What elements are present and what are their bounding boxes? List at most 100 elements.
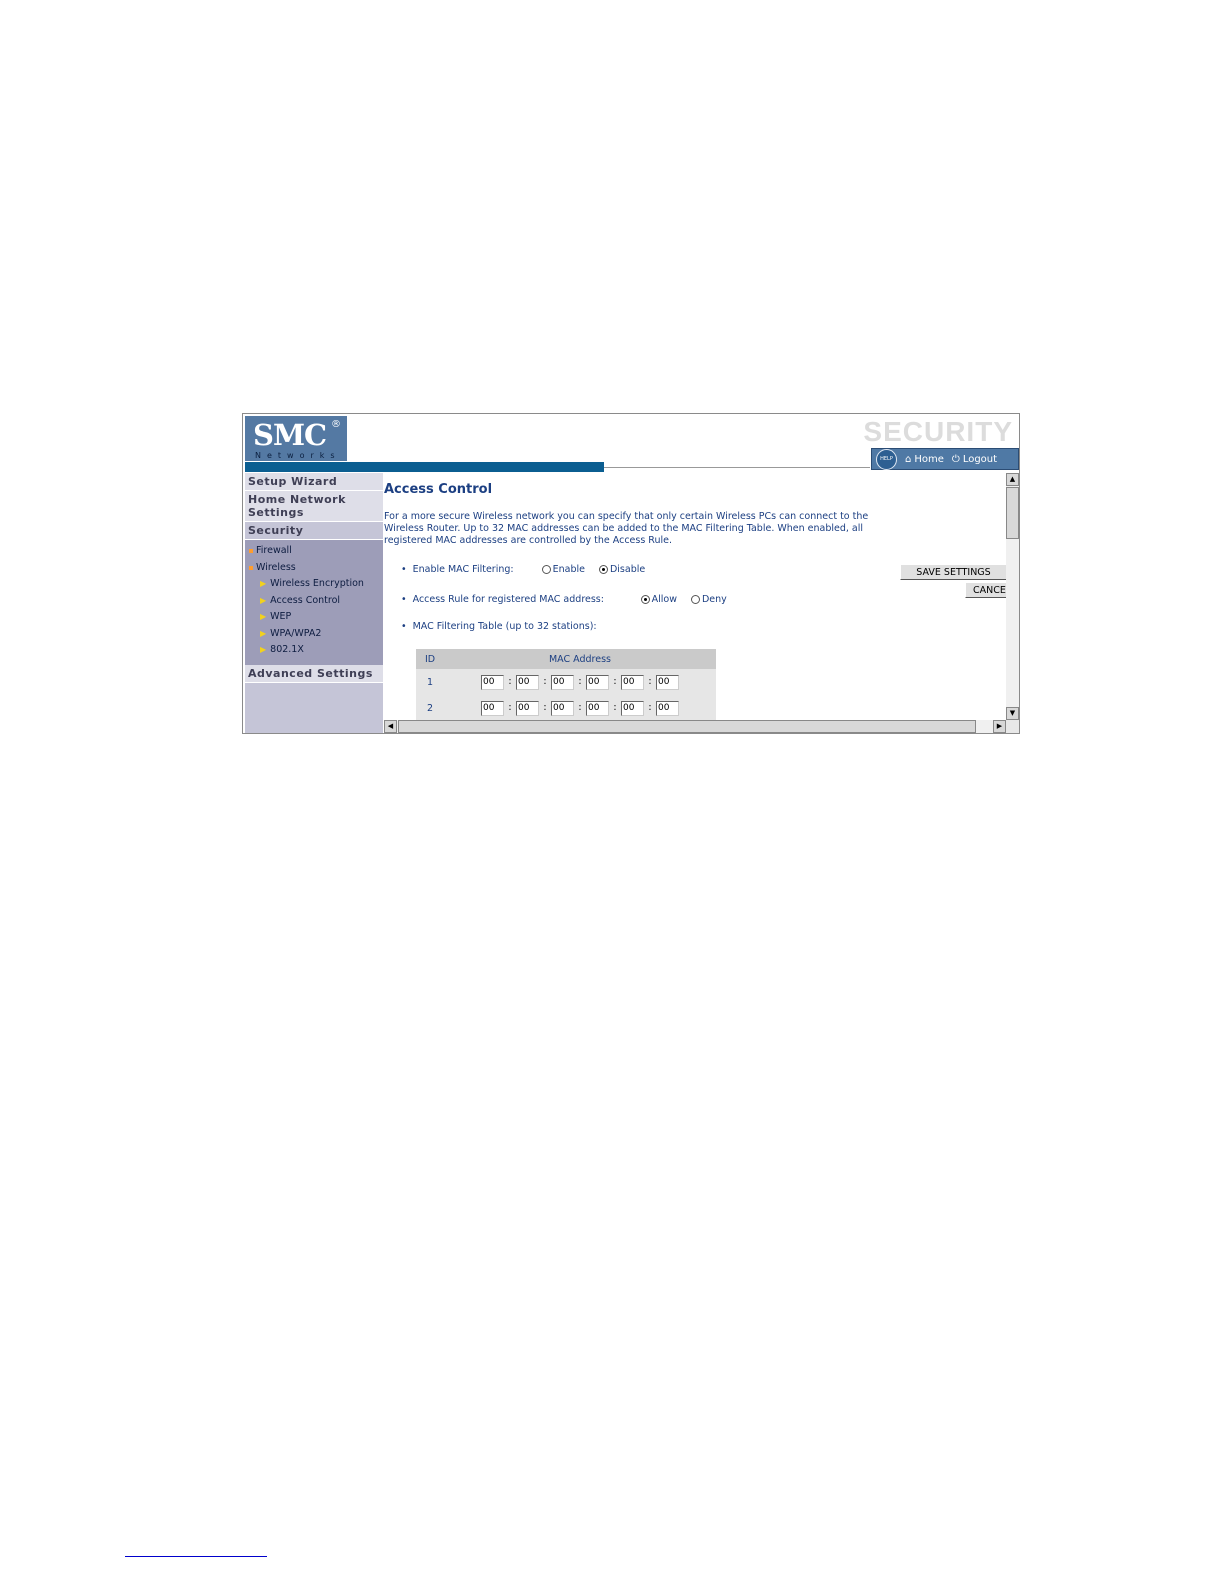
mac-filtering-disable-option[interactable]: Disable — [598, 564, 646, 575]
bullet-icon — [249, 565, 253, 570]
mac-column-header: MAC Address — [444, 649, 716, 669]
smc-logo: SMC ® Networks — [245, 416, 347, 461]
help-icon[interactable]: HELP — [876, 448, 897, 470]
mac-filtering-enable-radio[interactable] — [541, 565, 551, 574]
logout-label: Logout — [962, 453, 998, 465]
wpa-label: WPA/WPA2 — [270, 627, 322, 639]
row-id: 1 — [416, 669, 444, 695]
logo-subtitle: Networks — [255, 451, 341, 460]
mac-octet-input[interactable] — [621, 700, 644, 716]
logout-link[interactable]: ⏻ Logout — [952, 454, 997, 465]
scroll-left-icon[interactable]: ◀ — [384, 720, 397, 733]
access-rule-allow-radio[interactable] — [640, 595, 650, 604]
mac-table-label-row: • MAC Filtering Table (up to 32 stations… — [401, 621, 597, 632]
disable-label: Disable — [609, 564, 646, 575]
mac-address-cell: ::::: — [444, 695, 716, 720]
mac-octet-input[interactable] — [481, 700, 504, 716]
mac-address-cell: ::::: — [444, 669, 716, 695]
mac-filtering-row: • Enable MAC Filtering: Enable Disable — [401, 564, 659, 575]
access-rule-deny-option[interactable]: Deny — [690, 594, 727, 605]
table-header-row: ID MAC Address — [416, 649, 716, 669]
wep-label: WEP — [270, 611, 292, 622]
mac-octet-input[interactable] — [516, 700, 539, 716]
sidebar-item-setup-wizard[interactable]: Setup Wizard — [245, 473, 383, 491]
sidebar-item-firewall[interactable]: Firewall — [245, 542, 383, 559]
header-bar — [245, 462, 604, 472]
arrow-icon: ▶ — [260, 645, 267, 654]
deny-label: Deny — [701, 594, 727, 605]
mac-table-label: MAC Filtering Table (up to 32 stations): — [412, 621, 597, 632]
access-rule-deny-radio[interactable] — [690, 595, 700, 604]
cancel-button[interactable]: CANCE — [965, 582, 1006, 598]
mac-filtering-table: ID MAC Address 1 ::::: 2 ::::: — [416, 649, 716, 720]
vertical-scroll-thumb[interactable] — [1006, 487, 1019, 539]
intro-text: For a more secure Wireless network you c… — [384, 511, 869, 546]
firewall-label: Firewall — [256, 545, 292, 556]
horizontal-scroll-thumb[interactable] — [398, 720, 976, 733]
mac-octet-input[interactable] — [621, 674, 644, 690]
sidebar-item-security[interactable]: Security — [245, 522, 383, 540]
access-control-label: Access Control — [270, 594, 341, 606]
arrow-icon: ▶ — [260, 595, 267, 605]
power-icon: ⏻ — [951, 453, 960, 465]
row-id: 2 — [416, 695, 444, 720]
header-divider — [604, 467, 870, 468]
mac-octet-input[interactable] — [481, 674, 504, 690]
mac-octet-input[interactable] — [516, 674, 539, 690]
mac-octet-input[interactable] — [551, 674, 574, 690]
mac-filtering-disable-radio[interactable] — [598, 565, 608, 574]
8021x-label: 802.1X — [270, 644, 304, 655]
mac-octet-input[interactable] — [656, 674, 679, 690]
sidebar-item-8021x[interactable]: ▶ 802.1X — [245, 642, 383, 659]
scroll-up-icon[interactable]: ▲ — [1006, 473, 1019, 486]
page-title: Access Control — [384, 482, 493, 497]
id-column-header: ID — [416, 649, 444, 669]
top-toolbar: HELP ⌂ Home ⏻ Logout — [871, 448, 1019, 470]
sidebar-item-advanced-settings[interactable]: Advanced Settings — [245, 664, 383, 683]
enable-label: Enable — [552, 564, 585, 575]
table-row: 1 ::::: — [416, 669, 716, 695]
access-rule-allow-option[interactable]: Allow — [640, 594, 677, 605]
sidebar-item-wireless[interactable]: Wireless — [245, 559, 383, 576]
mac-filtering-enable-option[interactable]: Enable — [541, 564, 585, 575]
sidebar-item-wpa[interactable]: ▶ WPA/WPA2 — [245, 626, 383, 643]
arrow-icon: ▶ — [260, 612, 267, 621]
sidebar-item-wireless-encryption[interactable]: ▶ Wireless Encryption — [245, 576, 383, 593]
wireless-encryption-label: Wireless Encryption — [270, 578, 364, 589]
logo-registered: ® — [331, 419, 341, 430]
access-rule-label: Access Rule for registered MAC address: — [412, 594, 604, 605]
horizontal-scrollbar[interactable]: ◀ ▶ — [384, 720, 1019, 733]
browser-frame: SMC ® Networks SECURITY HELP ⌂ Home ⏻ Lo… — [242, 413, 1020, 734]
arrow-icon: ▶ — [260, 628, 267, 638]
mac-octet-input[interactable] — [551, 700, 574, 716]
logo-brand: SMC — [253, 418, 327, 452]
mac-octet-input[interactable] — [586, 700, 609, 716]
table-row: 2 ::::: — [416, 695, 716, 720]
home-label: Home — [914, 453, 944, 465]
mac-octet-input[interactable] — [586, 674, 609, 690]
footer-link-underline — [125, 1556, 267, 1557]
wireless-label: Wireless — [256, 562, 296, 573]
mac-filtering-label: Enable MAC Filtering: — [412, 564, 514, 575]
bullet-icon: • — [401, 594, 407, 605]
main-content: Access Control For a more secure Wireles… — [384, 473, 1006, 720]
bullet-icon — [249, 548, 253, 553]
home-link[interactable]: ⌂ Home — [905, 454, 944, 465]
scroll-down-icon[interactable]: ▼ — [1006, 707, 1019, 720]
arrow-icon: ▶ — [260, 579, 267, 588]
allow-label: Allow — [651, 594, 677, 605]
save-settings-button[interactable]: SAVE SETTINGS — [900, 564, 1006, 580]
sidebar-item-access-control[interactable]: ▶ Access Control — [245, 593, 383, 610]
bullet-icon: • — [401, 621, 407, 632]
security-submenu: Firewall Wireless ▶ Wireless Encryption … — [245, 540, 383, 665]
section-title: SECURITY — [863, 416, 1013, 447]
mac-octet-input[interactable] — [656, 700, 679, 716]
home-icon: ⌂ — [905, 453, 912, 465]
access-rule-row: • Access Rule for registered MAC address… — [401, 594, 741, 605]
sidebar-item-home-network[interactable]: Home Network Settings — [245, 491, 383, 522]
scroll-right-icon[interactable]: ▶ — [993, 720, 1006, 733]
sidebar-item-wep[interactable]: ▶ WEP — [245, 609, 383, 626]
vertical-scrollbar[interactable]: ▲ ▼ — [1006, 473, 1019, 720]
scrollbar-corner — [1006, 720, 1019, 733]
bullet-icon: • — [401, 564, 407, 575]
